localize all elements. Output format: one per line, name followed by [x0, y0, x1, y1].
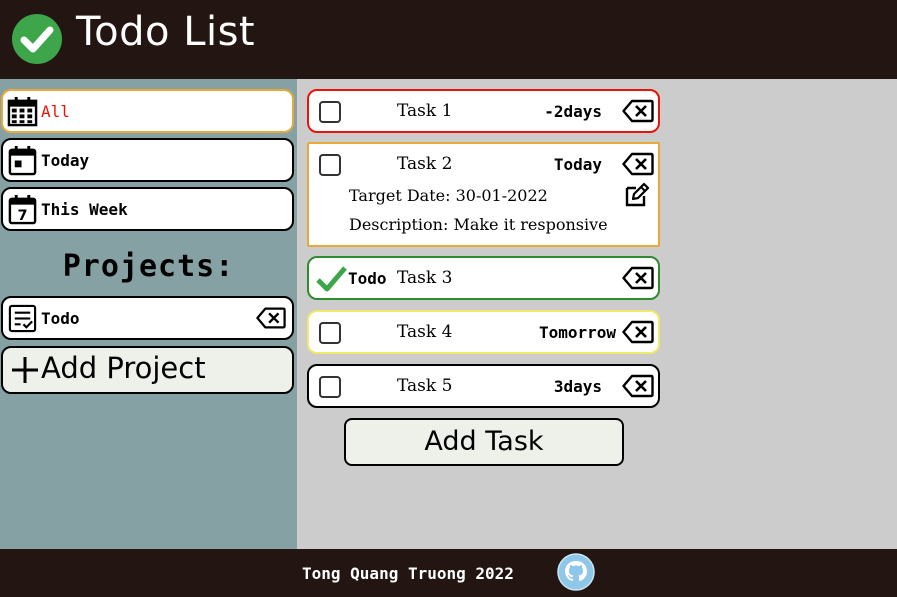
- task-checkbox[interactable]: [319, 154, 341, 176]
- task-due: Tomorrow: [538, 323, 616, 342]
- task-card-completed[interactable]: Todo Task 3: [307, 256, 660, 300]
- delete-task-icon[interactable]: [622, 99, 654, 123]
- task-description: Description: Make it responsive: [349, 215, 608, 234]
- svg-text:7: 7: [17, 208, 27, 224]
- calendar-week-icon: 7: [8, 194, 37, 225]
- task-card[interactable]: Task 4 Tomorrow: [307, 310, 660, 354]
- task-name: Task 1: [397, 101, 453, 121]
- footer-credit: Tong Quang Truong 2022: [302, 564, 514, 583]
- delete-task-icon[interactable]: [622, 266, 654, 290]
- task-due: -2days: [544, 102, 602, 121]
- app-header: Todo List: [0, 0, 897, 79]
- nav-label-today: Today: [41, 151, 90, 170]
- task-card[interactable]: Task 1 -2days: [307, 89, 660, 133]
- calendar-grid-icon: [7, 96, 38, 127]
- calendar-day-icon: [8, 145, 37, 176]
- nav-item-today[interactable]: Today: [1, 138, 294, 182]
- nav-item-this-week[interactable]: 7 This Week: [1, 187, 294, 231]
- check-circle-icon: [12, 14, 62, 64]
- task-name: Task 4: [397, 322, 453, 342]
- delete-task-icon[interactable]: [622, 320, 654, 344]
- task-due: 3days: [553, 377, 602, 396]
- github-icon[interactable]: [557, 553, 595, 591]
- projects-heading: Projects:: [62, 249, 235, 284]
- add-task-button[interactable]: Add Task: [344, 418, 624, 466]
- edit-icon[interactable]: [624, 182, 650, 208]
- app-footer: Tong Quang Truong 2022: [0, 549, 897, 597]
- task-project-tag: Todo: [348, 269, 387, 288]
- project-label-todo: Todo: [41, 309, 80, 328]
- task-card[interactable]: Task 5 3days: [307, 364, 660, 408]
- nav-label-all: All: [41, 102, 70, 121]
- add-task-label: Add Task: [424, 426, 544, 457]
- task-checkbox[interactable]: [319, 376, 341, 398]
- checklist-icon: [8, 304, 37, 333]
- nav-label-this-week: This Week: [41, 200, 128, 219]
- project-item-todo[interactable]: Todo: [1, 296, 294, 340]
- nav-item-all[interactable]: All: [1, 89, 294, 133]
- app-title: Todo List: [76, 9, 256, 55]
- task-name: Task 2: [397, 154, 453, 174]
- delete-task-icon[interactable]: [622, 152, 654, 176]
- delete-project-icon[interactable]: [256, 306, 286, 330]
- add-project-label: Add Project: [41, 351, 206, 385]
- checkmark-icon[interactable]: [315, 264, 347, 294]
- sidebar: All Today 7 This Week Projects: Todo Add…: [0, 79, 297, 549]
- delete-task-icon[interactable]: [622, 374, 654, 398]
- task-checkbox[interactable]: [319, 322, 341, 344]
- task-checkbox[interactable]: [319, 101, 341, 123]
- task-card-expanded[interactable]: Task 2 Today Target Date: 30-01-2022 Des…: [307, 142, 660, 247]
- task-target-date: Target Date: 30-01-2022: [349, 186, 548, 205]
- task-name: Task 3: [397, 268, 453, 288]
- task-due: Today: [553, 155, 602, 174]
- add-project-button[interactable]: Add Project: [1, 346, 294, 394]
- plus-icon: [12, 357, 38, 383]
- task-name: Task 5: [397, 376, 453, 396]
